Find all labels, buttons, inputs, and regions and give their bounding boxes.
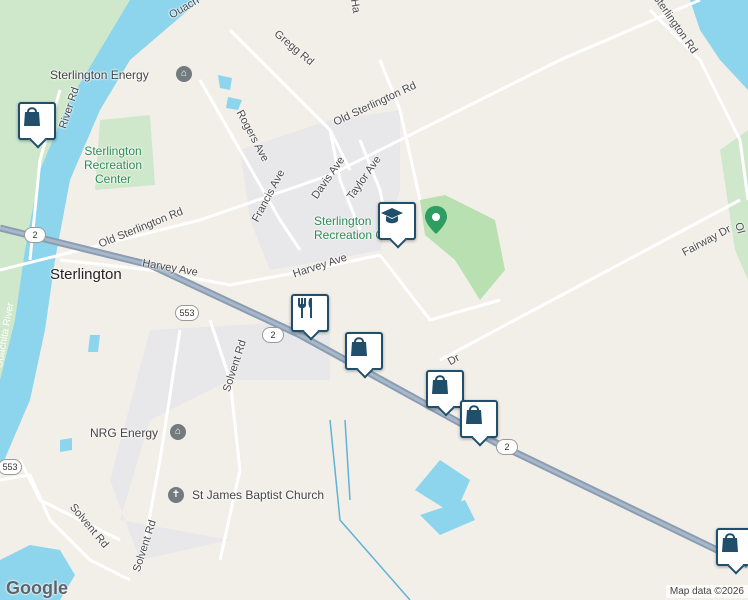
hwy-2-shield: 2 bbox=[496, 439, 518, 455]
google-logo[interactable]: Google bbox=[6, 578, 68, 599]
shopping-bag-icon bbox=[351, 337, 367, 356]
map-base-layer bbox=[0, 0, 748, 600]
shopping-bag-icon bbox=[24, 107, 40, 126]
shopping-bag-marker-4[interactable] bbox=[460, 400, 498, 438]
graduation-cap-icon bbox=[381, 208, 403, 224]
recreation-center-line-2: Recreation bbox=[84, 158, 143, 172]
road-label-ha: Ha bbox=[347, 0, 363, 14]
bank-icon: ⌂ bbox=[170, 424, 186, 440]
poi-label-st-james-baptist-church[interactable]: St James Baptist Church bbox=[192, 488, 324, 502]
hwy-2-shield: 2 bbox=[262, 327, 284, 343]
shopping-bag-icon bbox=[432, 375, 448, 394]
shopping-bag-marker-5[interactable] bbox=[716, 528, 748, 566]
shopping-bag-icon bbox=[466, 405, 482, 424]
park-pin-icon[interactable] bbox=[425, 206, 447, 234]
hwy-553-shield: 553 bbox=[175, 305, 199, 321]
place-label-sterlington[interactable]: Sterlington bbox=[50, 266, 122, 283]
shopping-bag-marker-3[interactable] bbox=[426, 370, 464, 408]
map-attribution[interactable]: Map data ©2026 bbox=[665, 585, 748, 598]
poi-label-recreation-center[interactable]: Sterlington Recreation Center bbox=[84, 144, 142, 186]
fork-knife-icon bbox=[298, 298, 312, 318]
poi-label-nrg-energy[interactable]: NRG Energy bbox=[90, 426, 158, 440]
shopping-bag-marker-2[interactable] bbox=[345, 332, 383, 370]
poi-label-sterlington-energy[interactable]: Sterlington Energy bbox=[50, 68, 149, 82]
recreation-center-line-1: Sterlington bbox=[84, 144, 142, 158]
recreation-center-line-3: Center bbox=[95, 172, 132, 186]
bank-icon: ⌂ bbox=[176, 66, 192, 82]
map-canvas[interactable]: Ouach Ha Gregg Rd Old Sterlington Rd Rog… bbox=[0, 0, 748, 600]
shopping-bag-marker-1[interactable] bbox=[18, 102, 56, 140]
school-marker[interactable] bbox=[378, 202, 416, 240]
shopping-bag-icon bbox=[722, 533, 738, 552]
church-icon: ✝ bbox=[168, 487, 184, 503]
hwy-553-shield: 553 bbox=[0, 459, 22, 475]
hwy-2-shield: 2 bbox=[24, 227, 46, 243]
restaurant-marker[interactable] bbox=[291, 294, 329, 332]
